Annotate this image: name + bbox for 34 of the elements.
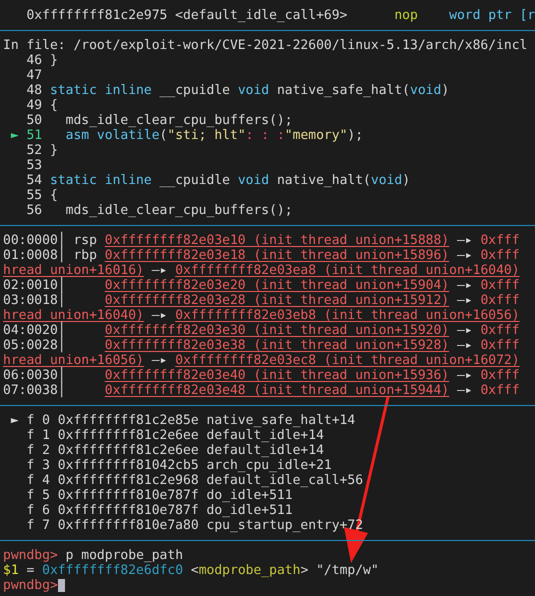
terminal-line: pwndbg>: [3, 578, 58, 593]
terminal-line: 04:0020│ 0xffffffff82e03e30 (init_thread_union+15920) —▸ 0xfff: [3, 323, 520, 338]
terminal-line: 47: [25, 68, 42, 83]
terminal-line: 05:0028│ 0xffffffff82e03e38 (init_thread_union+15928) —▸ 0xfff: [3, 338, 520, 353]
terminal-line: $1 = 0xffffffff82e6dfc0 <modprobe_path> "/tmp/w": [3, 563, 379, 578]
terminal-line: 50 mds_idle_clear_cpu_buffers();: [25, 113, 293, 128]
terminal-line: hread_union+16040) —▸ 0xffffffff82e03eb8 (init_thread_union+16056): [3, 308, 520, 323]
terminal-line: 54 static inline __cpuidle void native_halt(void): [25, 173, 410, 188]
terminal-line: 52 }: [25, 143, 58, 158]
terminal-line: 07:0038│ 0xffffffff82e03e48 (init_thread_union+15944) —▸ 0xfff: [3, 383, 520, 398]
terminal-line: 0xffffffff81c2e975 <default_idle_call+69> nop word ptr [r: [25, 8, 535, 23]
terminal-line: 53: [25, 158, 42, 173]
terminal-line: 48 static inline __cpuidle void native_safe_halt(void): [25, 83, 450, 98]
terminal-line: 49 {: [25, 98, 58, 113]
terminal-line: 01:0008│ rbp 0xffffffff82e03e18 (init_thread_union+15896) —▸ 0xfff: [3, 248, 520, 263]
terminal-line: hread_union+16016) —▸ 0xffffffff82e03ea8 (init_thread_union+16040): [3, 263, 520, 278]
terminal-line: f 4 0xffffffff81c2e968 default_idle_call+56: [25, 473, 364, 488]
terminal-line: 55 {: [25, 188, 58, 203]
terminal-line: f 3 0xffffffff81042cb5 arch_cpu_idle+21: [25, 458, 332, 473]
terminal-line: f 5 0xffffffff810e787f do_idle+511: [25, 488, 293, 503]
terminal-line: 06:0030│ 0xffffffff82e03e40 (init_thread_union+15936) —▸ 0xfff: [3, 368, 520, 383]
terminal-line: ► 51 asm volatile("sti; hlt": : :"memory");: [10, 128, 364, 143]
terminal-line: 56 mds_idle_clear_cpu_buffers();: [25, 203, 293, 218]
terminal-line: 00:0000│ rsp 0xffffffff82e03e10 (init_thread_union+15888) —▸ 0xfff: [3, 233, 520, 248]
file-path-header: In file: /root/exploit-work/CVE-2021-22600/linux-5.13/arch/x86/incl: [3, 38, 528, 53]
terminal-line: pwndbg> p modprobe_path: [3, 548, 184, 563]
terminal-line: ► f 0 0xffffffff81c2e85e native_safe_halt+14: [10, 413, 356, 428]
terminal-line: 02:0010│ 0xffffffff82e03e20 (init_thread_union+15904) —▸ 0xfff: [3, 278, 520, 293]
terminal-line: f 6 0xffffffff810e787f do_idle+511: [25, 503, 293, 518]
terminal-line: hread_union+16056) —▸ 0xffffffff82e03ec8 (init_thread_union+16072): [3, 353, 520, 368]
terminal-line: f 1 0xffffffff81c2e6ee default_idle+14: [25, 428, 324, 443]
terminal-line: f 2 0xffffffff81c2e6ee default_idle+14: [25, 443, 324, 458]
terminal-line: 03:0018│ 0xffffffff82e03e28 (init_thread_union+15912) —▸ 0xfff: [3, 293, 520, 308]
terminal-line: 46 }: [25, 53, 58, 68]
